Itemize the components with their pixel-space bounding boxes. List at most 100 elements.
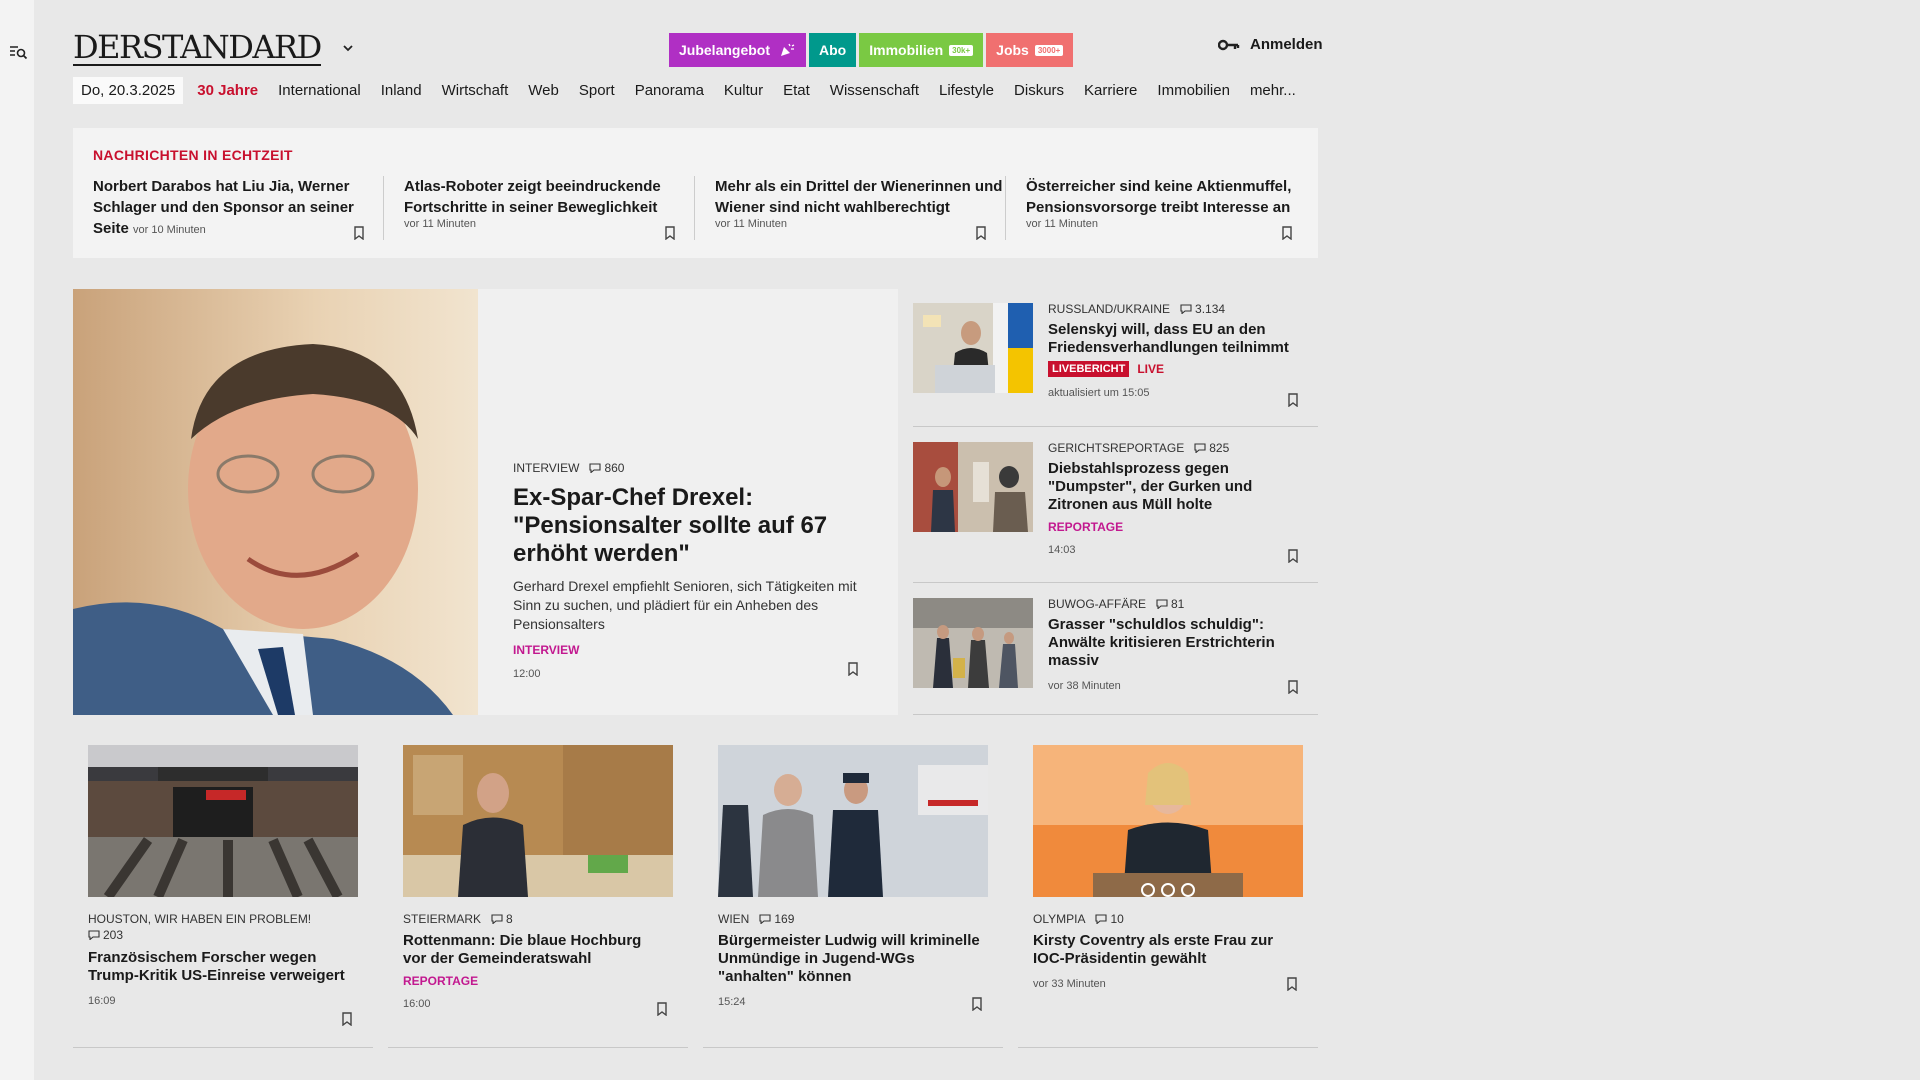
nav-item-diskurs[interactable]: Diskurs [1014, 82, 1064, 99]
side-article-text: RUSSLAND/UKRAINE 3.134 Selenskyj will, da… [1048, 302, 1310, 399]
nav-item-etat[interactable]: Etat [783, 82, 810, 99]
lead-article-photo[interactable] [73, 289, 478, 715]
nav-item-sport[interactable]: Sport [579, 82, 615, 99]
promo-bar: Jubelangebot Abo Immobilien 30k+ Jobs 30… [669, 33, 1074, 67]
teaser-card-title[interactable]: Bürgermeister Ludwig will kriminelle Unm… [718, 932, 983, 986]
bookmark-icon[interactable] [847, 662, 859, 681]
comment-count-value: 10 [1110, 912, 1124, 926]
jubelangebot-button[interactable]: Jubelangebot [669, 33, 807, 67]
comment-count[interactable]: 8 [491, 912, 513, 926]
comment-count[interactable]: 10 [1095, 912, 1124, 926]
comment-count[interactable]: 81 [1156, 597, 1184, 611]
article-kicker: WIEN 169 [718, 912, 983, 926]
nav-item-30-jahre[interactable]: 30 Jahre [197, 82, 258, 99]
bookmark-icon[interactable] [1287, 549, 1299, 568]
teaser-card-title[interactable]: Rottenmann: Die blaue Hochburg vor der G… [403, 932, 668, 968]
comment-count-value: 203 [103, 928, 124, 942]
comment-count-value: 825 [1209, 441, 1230, 455]
ticker-item-time: vor 10 Minuten [133, 224, 206, 236]
nav-item-inland[interactable]: Inland [381, 82, 422, 99]
bookmark-icon[interactable] [341, 1012, 353, 1031]
bookmark-icon[interactable] [975, 226, 987, 245]
comment-count[interactable]: 3.134 [1180, 302, 1225, 316]
side-article-title[interactable]: Diebstahlsprozess gegen "Dumpster", der … [1048, 460, 1310, 514]
bookmark-icon[interactable] [353, 226, 365, 245]
side-article-title[interactable]: Grasser "schuldlos schuldig": Anwälte kr… [1048, 616, 1310, 670]
divider [383, 176, 384, 240]
teaser-card-photo[interactable] [403, 745, 673, 897]
comment-count-value: 860 [604, 461, 625, 475]
nav-item-lifestyle[interactable]: Lifestyle [939, 82, 994, 99]
teaser-card-photo[interactable] [88, 745, 358, 897]
bookmark-icon[interactable] [971, 997, 983, 1016]
site-logo[interactable]: DERSTANDARD [73, 31, 322, 66]
comment-count[interactable]: 169 [759, 912, 794, 926]
article-time: 16:00 [403, 998, 431, 1010]
live-indicator: LIVE [1137, 362, 1165, 376]
article-type-label: REPORTAGE [403, 974, 479, 988]
ticker-item[interactable]: Norbert Darabos hat Liu Jia, Werner Schl… [93, 176, 383, 241]
article-kicker: BUWOG-AFFÄRE 81 [1048, 597, 1310, 611]
comment-count[interactable]: 860 [589, 461, 624, 475]
ticker-item-time: vor 11 Minuten [715, 218, 787, 230]
nav-item-web[interactable]: Web [528, 82, 559, 99]
teaser-card-photo[interactable] [718, 745, 988, 897]
immobilien-button[interactable]: Immobilien 30k+ [859, 33, 984, 67]
jobs-button[interactable]: Jobs 3000+ [986, 33, 1074, 67]
comment-count[interactable]: 825 [1194, 441, 1229, 455]
side-article[interactable]: GERICHTSREPORTAGE 825 Diebstahlsprozess g… [913, 427, 1318, 583]
side-article-title[interactable]: Selenskyj will, dass EU an den Friedensv… [1048, 321, 1310, 357]
search-menu-icon[interactable] [8, 42, 28, 62]
nav-item-panorama[interactable]: Panorama [635, 82, 704, 99]
immobilien-label: Immobilien [869, 42, 944, 58]
kicker-label: WIEN [718, 912, 750, 926]
lead-article-title[interactable]: Ex-Spar-Chef Drexel: "Pensionsalter soll… [513, 484, 873, 568]
bookmark-icon[interactable] [1281, 226, 1293, 245]
teaser-card[interactable]: OLYMPIA 10 Kirsty Coventry als erste Frau… [1018, 745, 1318, 1048]
bookmark-icon[interactable] [1287, 393, 1299, 412]
article-kicker: STEIERMARK 8 [403, 912, 668, 926]
bookmark-icon[interactable] [1286, 977, 1298, 996]
comment-count-value: 81 [1171, 597, 1185, 611]
teaser-card[interactable]: HOUSTON, WIR HABEN EIN PROBLEM! 203 Franz… [73, 745, 373, 1048]
teaser-card[interactable]: STEIERMARK 8 Rottenmann: Die blaue Hochbu… [388, 745, 688, 1048]
teaser-card-title[interactable]: Kirsty Coventry als erste Frau zur IOC-P… [1033, 932, 1298, 968]
side-article-photo[interactable] [913, 303, 1033, 393]
nav-item-wirtschaft[interactable]: Wirtschaft [442, 82, 509, 99]
side-article[interactable]: BUWOG-AFFÄRE 81 Grasser "schuldlos schuld… [913, 583, 1318, 715]
nav-item-more[interactable]: mehr... [1250, 82, 1296, 99]
bookmark-icon[interactable] [1287, 680, 1299, 699]
comment-icon [491, 914, 503, 924]
nav-item-immobilien[interactable]: Immobilien [1157, 82, 1230, 99]
chevron-down-icon[interactable] [341, 41, 355, 55]
side-article[interactable]: RUSSLAND/UKRAINE 3.134 Selenskyj will, da… [913, 289, 1318, 427]
nav-item-karriere[interactable]: Karriere [1084, 82, 1137, 99]
current-date: Do, 20.3.2025 [73, 76, 184, 104]
teaser-card-photo[interactable] [1033, 745, 1303, 897]
bookmark-icon[interactable] [664, 226, 676, 245]
ticker-item-title: Mehr als ein Drittel der Wienerinnen und… [715, 178, 1003, 216]
jobs-count-badge: 3000+ [1034, 44, 1064, 56]
comment-icon [759, 914, 771, 924]
abo-button[interactable]: Abo [809, 33, 857, 67]
lead-article[interactable]: INTERVIEW 860 Ex-Spar-Chef Drexel: "Pens… [73, 289, 898, 715]
key-icon [1218, 39, 1240, 50]
kicker-label: RUSSLAND/UKRAINE [1048, 302, 1171, 316]
ticker-item[interactable]: Atlas-Roboter zeigt beeindruckende Forts… [404, 176, 694, 230]
ticker-item[interactable]: Österreicher sind keine Aktienmuffel, Pe… [1026, 176, 1316, 230]
bookmark-icon[interactable] [656, 1002, 668, 1021]
side-article-photo[interactable] [913, 598, 1033, 688]
teaser-card[interactable]: WIEN 169 Bürgermeister Ludwig will krimin… [703, 745, 1003, 1048]
login-button[interactable]: Anmelden [1218, 36, 1323, 53]
nav-item-wissenschaft[interactable]: Wissenschaft [830, 82, 919, 99]
side-article-photo[interactable] [913, 442, 1033, 532]
article-kicker: GERICHTSREPORTAGE 825 [1048, 441, 1310, 455]
ticker-item[interactable]: Mehr als ein Drittel der Wienerinnen und… [715, 176, 1005, 230]
comment-count[interactable]: 203 [88, 928, 123, 942]
teaser-card-title[interactable]: Französischem Forscher wegen Trump-Kriti… [88, 949, 353, 985]
article-time: 16:09 [88, 995, 116, 1007]
nav-item-international[interactable]: International [278, 82, 361, 99]
nav-item-kultur[interactable]: Kultur [724, 82, 763, 99]
ticker-item-title: Atlas-Roboter zeigt beeindruckende Forts… [404, 178, 661, 216]
kicker-label: BUWOG-AFFÄRE [1048, 597, 1146, 611]
